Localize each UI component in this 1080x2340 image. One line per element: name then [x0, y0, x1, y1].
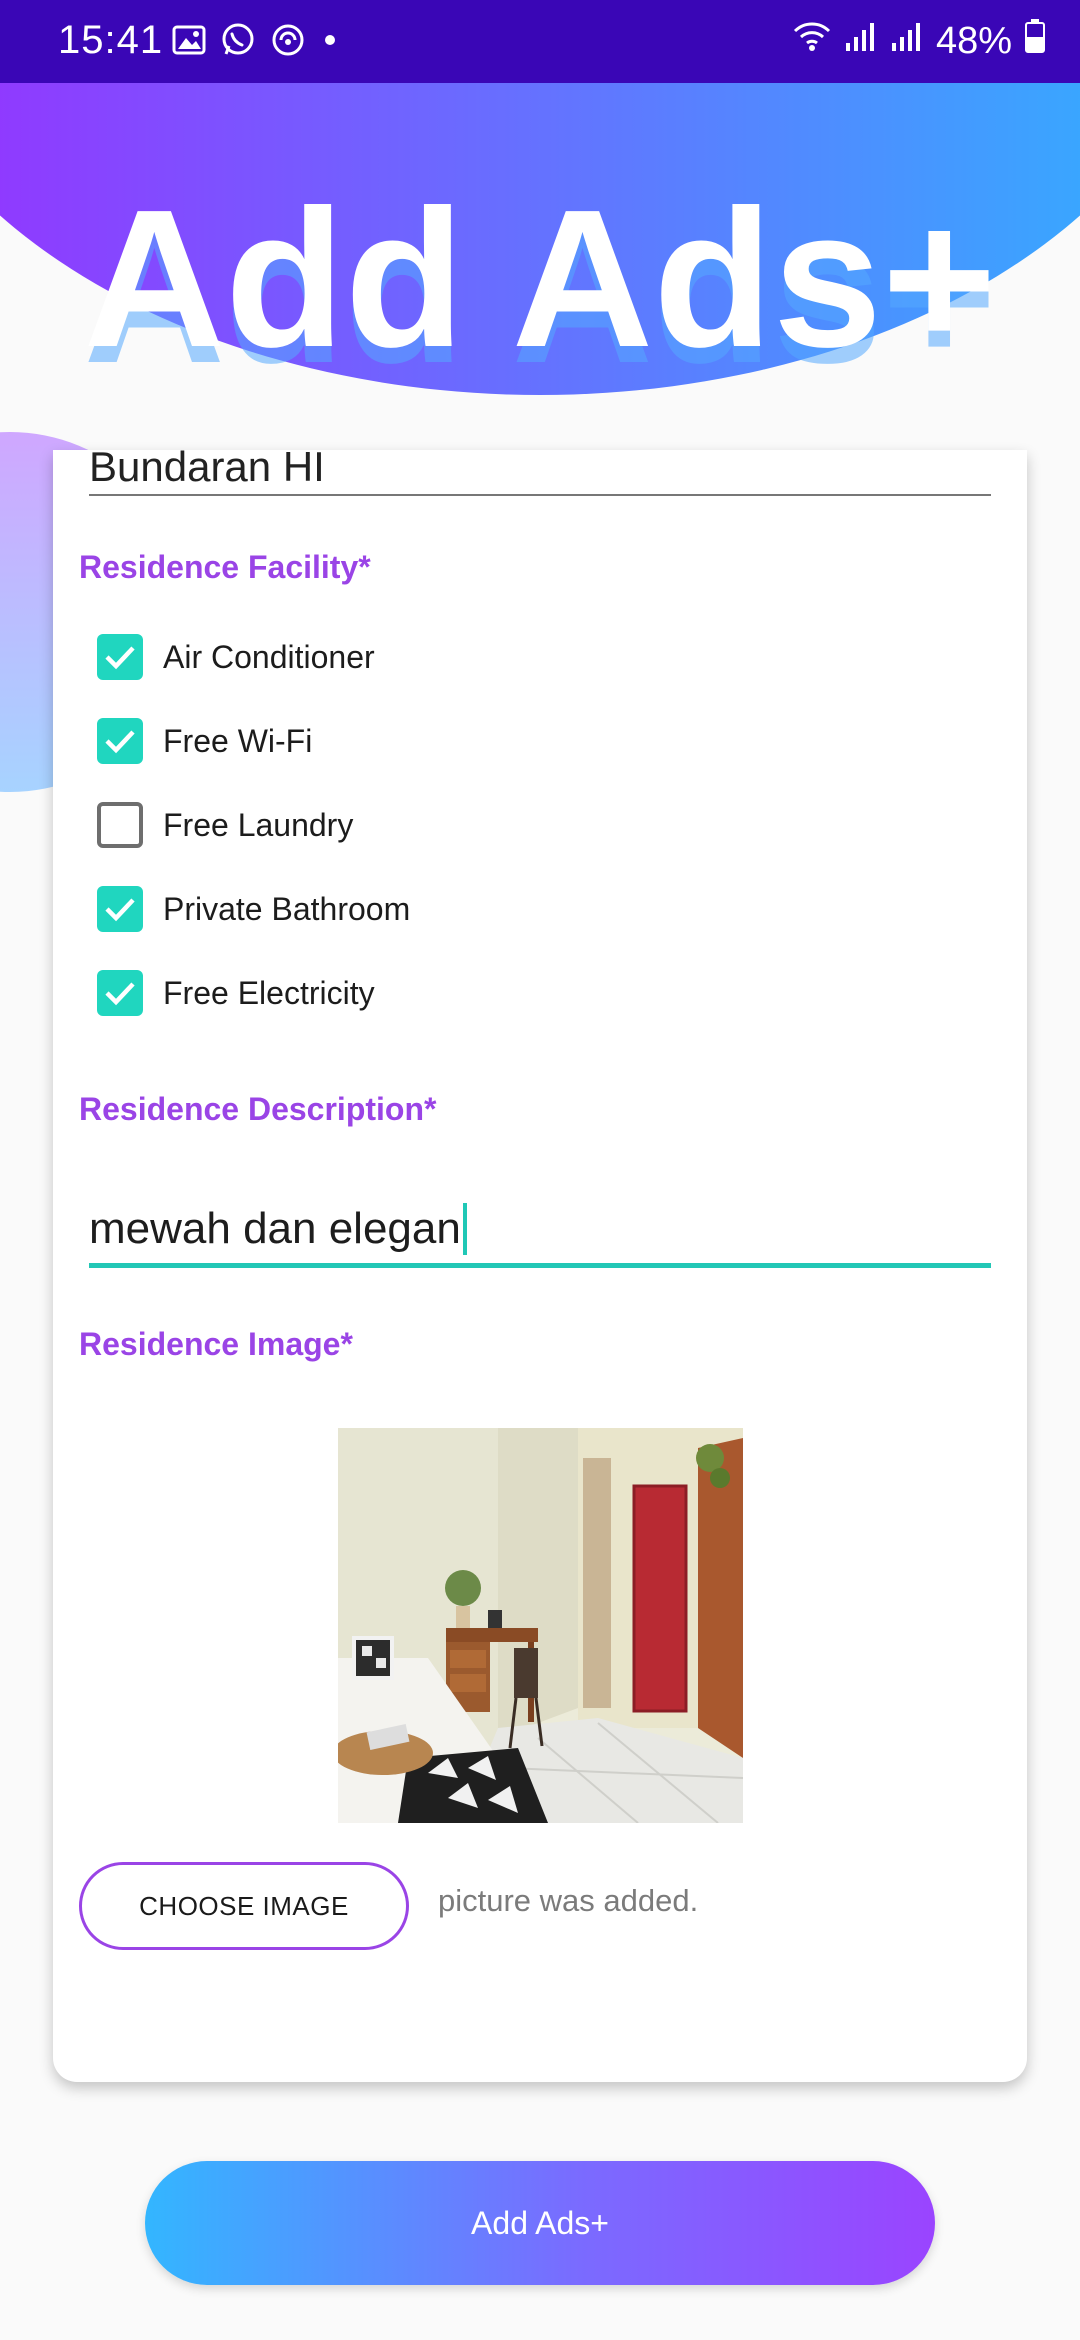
text-caret — [462, 1203, 467, 1255]
checkbox-checked[interactable] — [97, 970, 143, 1016]
sync-icon — [270, 22, 306, 63]
facility-label-text: Free Wi-Fi — [163, 722, 313, 759]
add-ads-button[interactable]: Add Ads+ — [145, 2161, 935, 2285]
residence-image-preview — [338, 1428, 743, 1823]
status-time: 15:41 — [58, 18, 164, 62]
facility-label: Residence Facility* — [79, 549, 371, 585]
description-input[interactable]: mewah dan elegan — [89, 1195, 991, 1268]
whatsapp-icon — [220, 22, 256, 63]
facility-private-bathroom[interactable]: Private Bathroom — [97, 883, 410, 935]
checkbox-checked[interactable] — [97, 718, 143, 764]
facility-label-text: Private Bathroom — [163, 890, 411, 927]
facility-free-electricity[interactable]: Free Electricity — [97, 967, 375, 1019]
checkbox-unchecked[interactable] — [97, 802, 143, 848]
screen: 15:41 48% Add Ads+ Add Ads+ Bundaran HI … — [0, 0, 1080, 2340]
description-value: mewah dan elegan — [89, 1204, 461, 1253]
facility-label-text: Air Conditioner — [163, 638, 375, 675]
choose-image-button[interactable]: CHOOSE IMAGE — [79, 1862, 409, 1950]
signal-icon — [844, 20, 878, 63]
form-card: Bundaran HI Residence Facility* Air Cond… — [53, 450, 1027, 2082]
battery-percent: 48% — [935, 19, 1012, 62]
image-status-text: picture was added. — [438, 1883, 699, 1918]
location-field[interactable]: Bundaran HI — [89, 450, 991, 496]
status-bar: 15:41 48% — [0, 0, 1080, 83]
notification-icons — [172, 22, 340, 63]
check-icon — [105, 982, 135, 1006]
checkbox-checked[interactable] — [97, 886, 143, 932]
dot-icon — [320, 30, 340, 55]
wifi-icon — [792, 19, 832, 63]
battery-icon — [1024, 18, 1046, 64]
facility-air-conditioner[interactable]: Air Conditioner — [97, 631, 375, 683]
page-title: Add Ads+ — [83, 169, 997, 388]
system-icons: 48% — [792, 18, 1046, 64]
facility-free-laundry[interactable]: Free Laundry — [97, 799, 353, 851]
check-icon — [105, 646, 135, 670]
gallery-icon — [172, 25, 206, 60]
image-label: Residence Image* — [79, 1326, 353, 1362]
facility-free-wifi[interactable]: Free Wi-Fi — [97, 715, 312, 767]
signal-icon — [890, 20, 924, 63]
checkbox-checked[interactable] — [97, 634, 143, 680]
check-icon — [105, 898, 135, 922]
facility-label-text: Free Electricity — [163, 974, 375, 1011]
facility-label-text: Free Laundry — [163, 806, 354, 843]
check-icon — [105, 730, 135, 754]
description-label: Residence Description* — [79, 1091, 437, 1127]
